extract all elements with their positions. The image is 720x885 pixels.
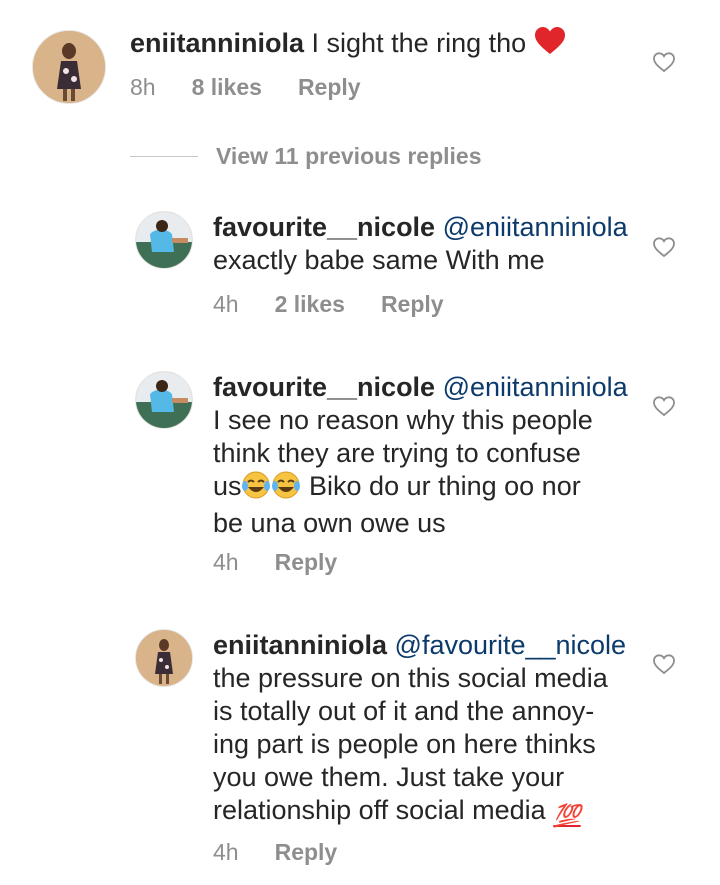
view-replies-label[interactable]: View 11 previous replies (216, 143, 482, 170)
comment-meta: 4h Reply (213, 839, 373, 866)
reply-button[interactable]: Reply (275, 839, 338, 865)
heart-emoji (534, 26, 566, 64)
likes-count[interactable]: 2 likes (275, 291, 345, 317)
heart-outline-icon[interactable] (652, 235, 676, 259)
comment-body-line: ing part is people on here thinks (213, 729, 596, 759)
username[interactable]: favourite__nicole (213, 212, 435, 242)
heart-outline-icon[interactable] (652, 394, 676, 418)
comment-meta: 8h 8 likes Reply (130, 74, 397, 101)
comment-body: I sight the ring tho (311, 28, 527, 58)
comment-body-line: is totally out of it and the annoy- (213, 696, 595, 726)
username[interactable]: favourite__nicole (213, 372, 435, 402)
comment-body-line: I see no reason why this people (213, 405, 593, 435)
comment-body-line: be una own owe us (213, 508, 446, 538)
comment-text: eniitanniniola @favourite__nicole the pr… (213, 629, 653, 832)
comment-text: favourite__nicole @eniitanniniola I see … (213, 371, 643, 540)
avatar[interactable] (135, 211, 193, 269)
avatar[interactable] (135, 371, 193, 429)
hundred-points-emoji: 💯 (553, 803, 581, 828)
comment-body-line: Biko do ur thing oo nor (301, 471, 581, 501)
divider-line (130, 155, 198, 157)
comment-body: exactly babe same With me (213, 245, 545, 275)
likes-count[interactable]: 8 likes (192, 74, 262, 100)
timestamp: 4h (213, 291, 239, 317)
mention-link[interactable]: @eniitanniniola (443, 372, 628, 402)
heart-outline-icon[interactable] (652, 50, 676, 74)
view-previous-replies[interactable]: View 11 previous replies (130, 141, 482, 171)
comment-meta: 4h Reply (213, 549, 373, 576)
mention-link[interactable]: @favourite__nicole (395, 630, 627, 660)
avatar[interactable] (135, 629, 193, 687)
timestamp: 4h (213, 839, 239, 865)
comment-text: eniitanniniola I sight the ring tho (130, 26, 630, 64)
reply-button[interactable]: Reply (298, 74, 361, 100)
timestamp: 4h (213, 549, 239, 575)
reply-button[interactable]: Reply (381, 291, 444, 317)
comment-body-line: you owe them. Just take your (213, 762, 565, 792)
avatar[interactable] (32, 30, 106, 104)
comment-text: favourite__nicole @eniitanniniola exactl… (213, 211, 643, 277)
mention-link[interactable]: @eniitanniniola (443, 212, 628, 242)
comment-body-line: think they are trying to confuse (213, 438, 581, 468)
heart-outline-icon[interactable] (652, 652, 676, 676)
comment-body-line: the pressure on this social media (213, 663, 608, 693)
username[interactable]: eniitanniniola (213, 630, 387, 660)
tears-of-joy-emoji (241, 471, 302, 507)
comment-body-line: relationship off social media (213, 795, 546, 825)
timestamp: 8h (130, 74, 156, 100)
comment-body-line: us (213, 471, 242, 501)
reply-button[interactable]: Reply (275, 549, 338, 575)
comment-meta: 4h 2 likes Reply (213, 291, 480, 318)
username[interactable]: eniitanniniola (130, 28, 304, 58)
